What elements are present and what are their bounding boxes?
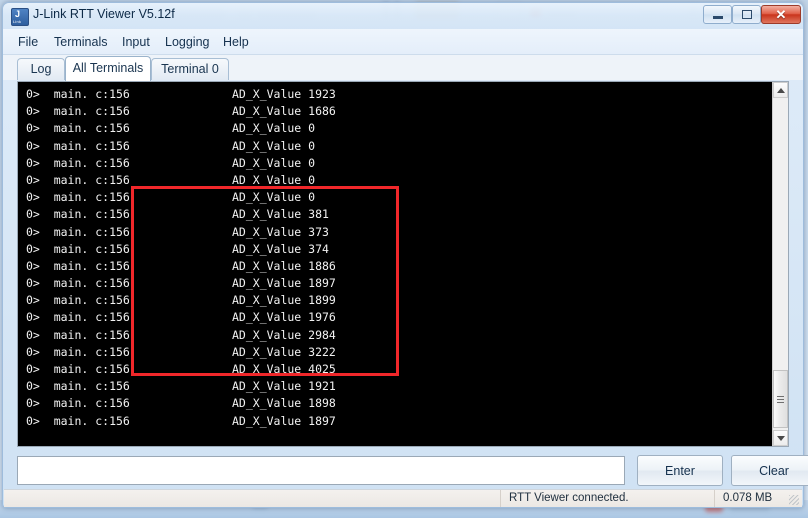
log-line-value: AD_X_Value 1923: [232, 87, 336, 101]
log-line-source: 0> main. c:156: [26, 310, 130, 325]
log-line-value: AD_X_Value 1686: [232, 104, 336, 119]
log-line-value: AD_X_Value 4025: [232, 362, 336, 376]
scrollbar-thumb[interactable]: [773, 370, 788, 428]
log-line-value: AD_X_Value 0: [232, 121, 316, 136]
terminal-log-line: 0> main. c:156 AD_X_Value 1897: [22, 275, 772, 292]
scroll-down-button[interactable]: [773, 430, 788, 446]
terminal-log-line: 0> main. c:156 AD_X_Value 1897: [22, 413, 772, 430]
menu-item-input[interactable]: Input: [117, 34, 155, 51]
close-button[interactable]: ✕: [761, 5, 801, 24]
log-line-source: 0> main. c:156: [26, 207, 130, 222]
terminal-log-line: 0> main. c:156 AD_X_Value 0: [22, 138, 772, 155]
menu-item-terminals[interactable]: Terminals: [49, 34, 113, 51]
log-line-source: 0> main. c:156: [26, 362, 130, 376]
title-bar[interactable]: J Link J-Link RTT Viewer V5.12f ✕: [3, 3, 803, 29]
minimize-icon: [712, 16, 723, 19]
terminal-log-line: 0> main. c:156 AD_X_Value 1686: [22, 103, 772, 120]
clear-button[interactable]: Clear: [731, 455, 808, 486]
terminal-log-line: 0> main. c:156 AD_X_Value 0: [22, 155, 772, 172]
log-line-source: 0> main. c:156: [26, 344, 130, 359]
log-line-source: 0> main. c:156: [26, 413, 130, 428]
log-line-source: 0> main. c:156: [26, 172, 130, 187]
log-line-source: 0> main. c:156: [26, 155, 130, 170]
log-line-source: 0> main. c:156: [26, 87, 130, 101]
minimize-button[interactable]: [703, 5, 732, 24]
scroll-up-icon: [776, 87, 785, 93]
log-line-source: 0> main. c:156: [26, 293, 130, 308]
log-line-value: AD_X_Value 1898: [232, 396, 336, 411]
log-line-value: AD_X_Value 0: [232, 138, 316, 153]
jlink-icon: J Link: [11, 8, 29, 26]
terminal-log-line: 0> main. c:156 AD_X_Value 4025: [22, 361, 772, 378]
terminal-log-line: 0> main. c:156 AD_X_Value 1886: [22, 258, 772, 275]
terminal-log-line: 0> main. c:156 AD_X_Value 0: [22, 120, 772, 137]
log-line-source: 0> main. c:156: [26, 241, 130, 256]
resize-grip-icon[interactable]: [789, 495, 799, 505]
log-line-source: 0> main. c:156: [26, 276, 130, 291]
terminal-output[interactable]: 0> main. c:156 AD_X_Value 1923 0> main. c:…: [18, 82, 772, 446]
scroll-up-button[interactable]: [773, 82, 788, 98]
menu-item-logging[interactable]: Logging: [160, 34, 215, 51]
log-line-value: AD_X_Value 0: [232, 190, 316, 205]
log-line-value: AD_X_Value 381: [232, 207, 329, 222]
log-line-value: AD_X_Value 0: [232, 155, 316, 170]
maximize-button[interactable]: [732, 5, 761, 24]
log-line-value: AD_X_Value 1897: [232, 413, 336, 428]
tab-strip: Log All Terminals Terminal 0: [3, 55, 803, 81]
log-line-value: AD_X_Value 3222: [232, 344, 336, 359]
maximize-icon: [741, 10, 752, 19]
terminal-log-line: 0> main. c:156 AD_X_Value 374: [22, 241, 772, 258]
application-window: J Link J-Link RTT Viewer V5.12f ✕ File T…: [2, 2, 808, 508]
terminal-log-line: 0> main. c:156 AD_X_Value 1899: [22, 292, 772, 309]
terminal-log-line: 0> main. c:156 AD_X_Value 0: [22, 172, 772, 189]
terminal-log-line: 0> main. c:156 AD_X_Value 1976: [22, 309, 772, 326]
scroll-down-icon: [776, 435, 785, 441]
menu-bar: File Terminals Input Logging Help: [3, 29, 803, 55]
close-icon: ✕: [775, 7, 787, 22]
log-line-source: 0> main. c:156: [26, 396, 130, 411]
log-line-value: AD_X_Value 373: [232, 224, 329, 239]
log-line-source: 0> main. c:156: [26, 138, 130, 153]
scrollbar-grip-icon: [777, 395, 784, 403]
tab-all-terminals[interactable]: All Terminals: [65, 56, 151, 81]
log-line-source: 0> main. c:156: [26, 104, 130, 119]
log-line-source: 0> main. c:156: [26, 258, 130, 273]
menu-item-file[interactable]: File: [13, 34, 43, 51]
terminal-scrollbar[interactable]: [772, 82, 788, 446]
log-line-value: AD_X_Value 0: [232, 172, 316, 187]
log-line-value: AD_X_Value 2984: [232, 327, 336, 342]
terminal-log-line: 0> main. c:156 AD_X_Value 2984: [22, 327, 772, 344]
tab-log[interactable]: Log: [17, 58, 65, 80]
terminal-log-line: 0> main. c:156 AD_X_Value 381: [22, 206, 772, 223]
log-line-source: 0> main. c:156: [26, 121, 130, 136]
window-title: J-Link RTT Viewer V5.12f: [33, 7, 175, 21]
terminal-log-line: 0> main. c:156 AD_X_Value 373: [22, 224, 772, 241]
terminal-log-line: 0> main. c:156 AD_X_Value 1923: [22, 86, 772, 103]
command-input[interactable]: [17, 456, 625, 485]
status-bar: RTT Viewer connected. 0.078 MB: [4, 489, 802, 507]
log-line-value: AD_X_Value 1976: [232, 310, 336, 325]
terminal-log-line: 0> main. c:156 AD_X_Value 0: [22, 189, 772, 206]
terminal-log-line: 0> main. c:156 AD_X_Value 1921: [22, 378, 772, 395]
log-line-source: 0> main. c:156: [26, 224, 130, 239]
menu-item-help[interactable]: Help: [218, 34, 254, 51]
log-line-source: 0> main. c:156: [26, 190, 130, 205]
terminal-log-line: 0> main. c:156 AD_X_Value 1898: [22, 395, 772, 412]
log-line-value: AD_X_Value 1886: [232, 258, 336, 273]
log-line-value: AD_X_Value 374: [232, 241, 329, 256]
log-line-source: 0> main. c:156: [26, 327, 130, 342]
enter-button[interactable]: Enter: [637, 455, 723, 486]
log-line-value: AD_X_Value 1921: [232, 379, 336, 394]
input-row: Enter Clear: [17, 455, 808, 487]
tab-terminal-0[interactable]: Terminal 0: [151, 58, 229, 80]
log-line-source: 0> main. c:156: [26, 379, 130, 394]
log-line-value: AD_X_Value 1899: [232, 293, 336, 308]
terminal-panel: 0> main. c:156 AD_X_Value 1923 0> main. c:…: [17, 81, 789, 447]
log-line-value: AD_X_Value 1897: [232, 276, 336, 291]
terminal-log-line: 0> main. c:156 AD_X_Value 3222: [22, 344, 772, 361]
status-connection: RTT Viewer connected.: [500, 490, 670, 507]
